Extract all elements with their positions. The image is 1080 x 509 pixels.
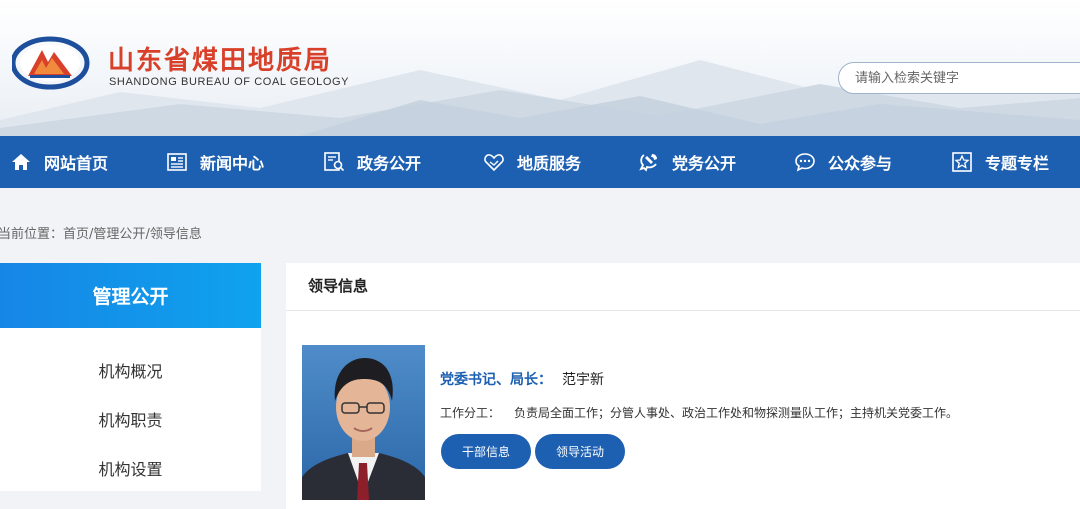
site-subtitle: SHANDONG BUREAU OF COAL GEOLOGY — [109, 76, 350, 88]
nav-item-label: 党务公开 — [672, 154, 737, 173]
sidebar-item-duties[interactable]: 机构职责 — [0, 395, 261, 443]
sidebar-divider — [0, 491, 261, 509]
leader-photo — [302, 345, 425, 500]
breadcrumb-section-link[interactable]: 管理公开 — [93, 227, 145, 242]
site-header: 山东省煤田地质局 SHANDONG BUREAU OF COAL GEOLOGY — [0, 0, 1080, 136]
nav-item-label: 地质服务 — [517, 154, 582, 173]
handshake-icon — [484, 154, 504, 172]
document-search-icon — [324, 152, 345, 172]
leader-name: 范宇新 — [562, 372, 604, 388]
nav-item-public-participation[interactable]: 公众参与 — [794, 136, 892, 188]
nav-item-news[interactable]: 新闻中心 — [166, 136, 264, 188]
chat-icon — [795, 153, 815, 172]
nav-item-label: 公众参与 — [828, 154, 893, 173]
nav-item-geology-service[interactable]: 地质服务 — [483, 136, 581, 188]
sidebar-item-structure[interactable]: 机构设置 — [0, 444, 261, 492]
breadcrumb-current: 领导信息 — [149, 227, 202, 242]
sidebar-title: 管理公开 — [0, 263, 261, 328]
breadcrumb: 当前位置：首页/管理公开/领导信息 — [0, 223, 202, 242]
star-icon — [952, 152, 972, 172]
sidebar-item-overview[interactable]: 机构概况 — [0, 346, 261, 394]
nav-item-label: 专题专栏 — [985, 154, 1050, 173]
sidebar: 管理公开 机构概况 机构职责 机构设置 — [0, 263, 261, 509]
main-nav: 网站首页 新闻中心 政务公开 地质服务 党务公开 公众参与 专题专栏 — [0, 136, 1080, 188]
breadcrumb-home-link[interactable]: 首页 — [63, 227, 89, 242]
nav-item-government[interactable]: 政务公开 — [323, 136, 421, 188]
duty-text: 负责局全面工作；分管人事处、政治工作处和物探测量队工作；主持机关党委工作。 — [514, 406, 959, 420]
search-box — [838, 62, 1080, 94]
home-icon — [12, 154, 30, 170]
nav-item-label: 网站首页 — [44, 154, 109, 173]
leader-role: 党委书记、局长： — [440, 372, 552, 388]
cadre-info-button[interactable]: 干部信息 — [441, 434, 531, 469]
content-panel: 领导信息 党委书记、局长： 范宇新 工作分工： 负责局全面工作；分管人事处、政治… — [286, 263, 1080, 509]
nav-item-party-affairs[interactable]: 党务公开 — [638, 136, 736, 188]
site-title: 山东省煤田地质局 — [108, 46, 333, 76]
leader-activities-button[interactable]: 领导活动 — [535, 434, 625, 469]
party-emblem-icon — [639, 154, 657, 172]
nav-item-label: 新闻中心 — [200, 154, 265, 173]
breadcrumb-prefix: 当前位置： — [0, 227, 64, 242]
bureau-logo-icon[interactable] — [12, 36, 92, 90]
nav-item-label: 政务公开 — [357, 154, 422, 173]
page-title: 领导信息 — [308, 277, 369, 295]
title-divider — [286, 310, 1080, 311]
duty-label: 工作分工： — [440, 406, 501, 420]
search-input[interactable] — [839, 63, 1059, 93]
nav-item-home[interactable]: 网站首页 — [10, 136, 108, 188]
newspaper-icon — [167, 153, 187, 171]
nav-item-special-topics[interactable]: 专题专栏 — [951, 136, 1049, 188]
